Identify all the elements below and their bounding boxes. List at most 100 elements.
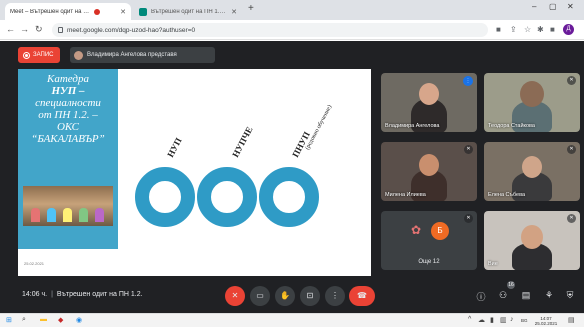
participant-tile[interactable]: ✕ Милена Илиева bbox=[381, 142, 477, 201]
ring-shape-1 bbox=[135, 167, 195, 227]
mic-off-icon: ✕ bbox=[464, 145, 473, 154]
reload-icon[interactable]: ↻ bbox=[35, 24, 43, 35]
acrobat-icon[interactable]: ◆ bbox=[58, 316, 63, 324]
slide-sublabel: (редовно обучение) bbox=[304, 104, 334, 151]
input-language[interactable]: BG bbox=[521, 318, 528, 323]
ring-shape-2 bbox=[197, 167, 257, 227]
slide-heading-line: специалности bbox=[35, 97, 101, 109]
tab-docs[interactable]: Вътрешен одит на ПН 1.2 – Google Docs ✕ bbox=[134, 3, 242, 20]
people-icon[interactable]: ⚇ bbox=[497, 290, 509, 301]
volume-icon[interactable]: ♪ bbox=[510, 316, 514, 323]
participant-tile[interactable]: ⋮ Владимира Ангелова bbox=[381, 73, 477, 132]
meeting-details-icon[interactable]: ⓘ bbox=[475, 290, 487, 303]
chat-icon[interactable]: ▤ bbox=[520, 290, 532, 301]
notifications-icon[interactable]: ▤ bbox=[568, 316, 575, 324]
address-bar[interactable]: meet.google.com/dqp-uzod-hao?authuser=0 bbox=[52, 23, 488, 37]
browser-tab-bar: Meet – Вътрешен одит на ПН 1.2 ✕ Вътреше… bbox=[0, 0, 584, 20]
meet-window: ЗАПИС Владимира Ангелова представя Катед… bbox=[0, 41, 584, 313]
slide-heading-line: от ПН 1.2. – bbox=[38, 109, 98, 121]
search-icon[interactable]: ⌕ bbox=[22, 316, 26, 324]
profile-avatar[interactable]: Д bbox=[563, 24, 574, 35]
participant-name: Владимира Ангелова bbox=[385, 123, 440, 129]
participant-name: Милена Илиева bbox=[385, 192, 426, 198]
presenter-chip: Владимира Ангелова представя bbox=[70, 47, 215, 63]
tab-meet[interactable]: Meet – Вътрешен одит на ПН 1.2 ✕ bbox=[5, 3, 131, 20]
slide-heading-line: ОКС bbox=[56, 121, 80, 133]
slide-label-1: НУП bbox=[165, 136, 184, 159]
tab-title: Вътрешен одит на ПН 1.2 – Google Docs bbox=[151, 8, 227, 15]
meeting-info: 14:06 ч. | Вътрешен одит на ПН 1.2. bbox=[22, 291, 143, 298]
presentation-slide: Катедра НУП – специалности от ПН 1.2. – … bbox=[18, 69, 371, 276]
share-icon[interactable]: ⇪ bbox=[510, 25, 517, 34]
participant-tile[interactable]: ✕ Елена Събева bbox=[484, 142, 580, 201]
participant-tile-others[interactable]: ✿ Б ✕ Още 12 bbox=[381, 211, 477, 270]
maximize-icon[interactable]: ▢ bbox=[549, 2, 557, 11]
mic-off-icon: ✕ bbox=[464, 214, 473, 223]
new-tab-button[interactable]: + bbox=[248, 3, 254, 14]
close-tab-icon[interactable]: ✕ bbox=[120, 8, 126, 16]
slide-footer: 25.02.2021 bbox=[24, 261, 45, 266]
more-participants-label: Още 12 bbox=[418, 259, 440, 265]
participant-tile[interactable]: ✕ Теодора Стайкова bbox=[484, 73, 580, 132]
url-text: meet.google.com/dqp-uzod-hao?authuser=0 bbox=[67, 26, 196, 34]
tab-title: Meet – Вътрешен одит на ПН 1.2 bbox=[10, 8, 90, 15]
close-window-icon[interactable]: ✕ bbox=[567, 2, 574, 11]
network-icon[interactable]: ▥ bbox=[500, 316, 507, 324]
file-explorer-icon[interactable]: ▬ bbox=[40, 316, 47, 323]
mic-off-icon: ✕ bbox=[567, 145, 576, 154]
host-controls-icon[interactable]: ⛨ bbox=[564, 290, 576, 301]
activities-icon[interactable]: ⚘ bbox=[543, 290, 555, 301]
chrome-icon[interactable]: ◉ bbox=[76, 316, 82, 324]
participant-avatar: Б bbox=[431, 222, 449, 240]
participant-name: Теодора Стайкова bbox=[488, 123, 535, 129]
leave-call-button[interactable]: ☎ bbox=[349, 286, 375, 306]
camera-toggle-button[interactable]: ▭ bbox=[250, 286, 270, 306]
ring-shape-3 bbox=[259, 167, 319, 227]
more-options-button[interactable]: ⋮ bbox=[325, 286, 345, 306]
slide-heading-line: НУП – bbox=[51, 85, 85, 97]
slide-heading-line: Катедра bbox=[47, 73, 89, 85]
back-icon[interactable]: ← bbox=[6, 24, 15, 34]
tab-search-icon[interactable]: ■ bbox=[550, 25, 555, 34]
participant-name: Вие bbox=[488, 261, 498, 267]
mic-off-icon: ✕ bbox=[567, 214, 576, 223]
slide-heading: Катедра НУП – специалности от ПН 1.2. – … bbox=[22, 73, 114, 145]
self-tile[interactable]: ✕ Вие bbox=[484, 211, 580, 270]
presenter-avatar bbox=[74, 50, 83, 60]
taskbar: ⊞ ⌕ ▬ ◆ ◉ ^ ☁ ▮ ▥ ♪ BG 14:07 25.02.2021 … bbox=[0, 313, 584, 327]
participants-count-badge: 16 bbox=[507, 281, 515, 289]
camera-site-icon[interactable]: ■ bbox=[496, 25, 501, 34]
clock[interactable]: 14:07 25.02.2021 bbox=[533, 316, 559, 326]
start-icon[interactable]: ⊞ bbox=[6, 316, 12, 324]
clock-date: 25.02.2021 bbox=[534, 321, 558, 326]
docs-favicon-icon bbox=[139, 7, 147, 16]
mic-off-icon: ✕ bbox=[567, 76, 576, 85]
extensions-icon[interactable]: ✱ bbox=[537, 25, 544, 34]
tray-arrow-icon[interactable]: ^ bbox=[468, 316, 471, 323]
raise-hand-button[interactable]: ✋ bbox=[275, 286, 295, 306]
recording-icon bbox=[94, 8, 100, 15]
presenter-label: Владимира Ангелова представя bbox=[87, 52, 177, 58]
participant-name: Елена Събева bbox=[488, 192, 526, 198]
slide-title-panel: Катедра НУП – специалности от ПН 1.2. – … bbox=[18, 69, 118, 249]
close-tab-icon[interactable]: ✕ bbox=[231, 8, 237, 16]
meeting-title: Вътрешен одит на ПН 1.2. bbox=[56, 291, 143, 298]
slide-heading-line: “БАКАЛАВЪР” bbox=[31, 133, 105, 145]
forward-icon[interactable]: → bbox=[20, 24, 29, 34]
lock-icon bbox=[58, 27, 63, 33]
battery-icon: ▮ bbox=[490, 317, 494, 324]
classroom-photo bbox=[23, 186, 113, 226]
record-label: ЗАПИС bbox=[33, 52, 54, 58]
present-button[interactable]: ⊡ bbox=[300, 286, 320, 306]
star-icon[interactable]: ☆ bbox=[524, 25, 531, 34]
mic-toggle-button[interactable]: ✕ bbox=[225, 286, 245, 306]
minimize-icon[interactable]: – bbox=[532, 2, 536, 11]
slide-label-2: НУПЧЕ bbox=[230, 124, 255, 159]
flower-avatar-icon: ✿ bbox=[411, 223, 422, 237]
recording-indicator[interactable]: ЗАПИС bbox=[18, 47, 60, 63]
speaking-indicator-icon: ⋮ bbox=[463, 76, 473, 86]
record-icon bbox=[23, 51, 30, 59]
onedrive-icon[interactable]: ☁ bbox=[478, 316, 485, 324]
meeting-time: 14:06 ч. bbox=[22, 291, 48, 298]
browser-toolbar: ← → ↻ meet.google.com/dqp-uzod-hao?authu… bbox=[0, 20, 584, 40]
